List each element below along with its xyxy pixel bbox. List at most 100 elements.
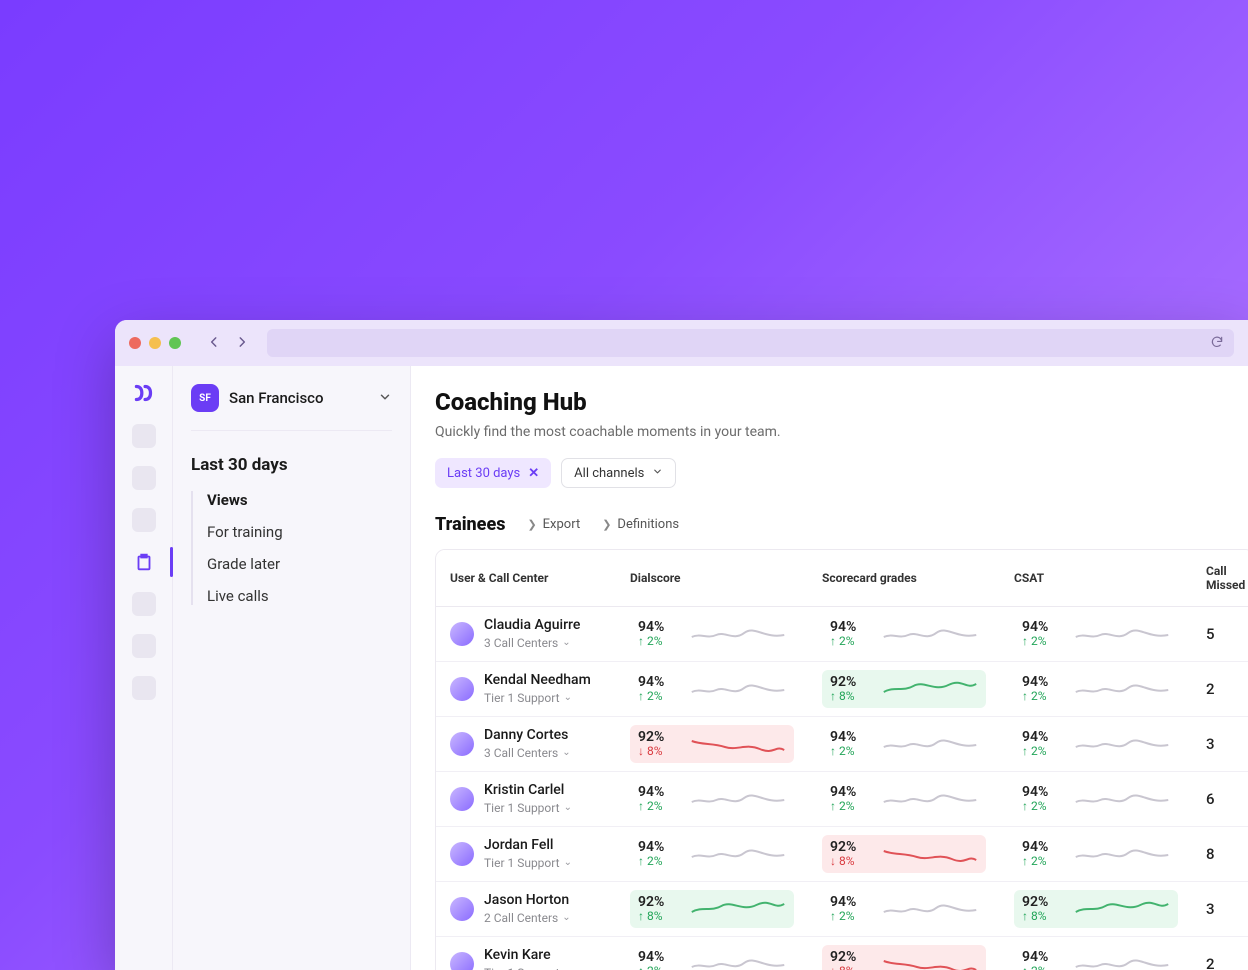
main-content: Coaching Hub Quickly find the most coach… (411, 366, 1248, 970)
rail-nav-1[interactable] (132, 424, 156, 448)
workspace-selector[interactable]: SF San Francisco (191, 384, 392, 431)
sidebar-for-training[interactable]: For training (207, 523, 392, 541)
arrow-up-icon: ↑ (830, 800, 836, 813)
table-row[interactable]: Jason Horton 2 Call Centers ⌄ 92% ↑ 8% (436, 882, 1248, 937)
forward-button[interactable] (235, 334, 249, 353)
dialscore-cell: 94% ↑ 2% (630, 670, 794, 708)
arrow-up-icon: ↑ (830, 635, 836, 648)
table-row[interactable]: Danny Cortes 3 Call Centers ⌄ 92% ↓ 8% (436, 717, 1248, 772)
user-cell: Claudia Aguirre 3 Call Centers ⌄ (450, 618, 602, 649)
chevron-down-icon: ⌄ (564, 857, 572, 868)
workspace-badge: SF (191, 384, 219, 412)
window-controls (129, 337, 181, 349)
col-csat[interactable]: CSAT (1000, 550, 1192, 607)
maximize-window-icon[interactable] (169, 337, 181, 349)
dialscore-value: 94% (638, 950, 680, 965)
minimize-window-icon[interactable] (149, 337, 161, 349)
csat-cell: 94% ↑ 2% (1014, 945, 1178, 970)
col-dialscore[interactable]: Dialscore (616, 550, 808, 607)
arrow-up-icon: ↑ (638, 635, 644, 648)
user-subtitle[interactable]: Tier 1 Support ⌄ (484, 966, 572, 970)
back-button[interactable] (207, 334, 221, 353)
user-subtitle[interactable]: Tier 1 Support ⌄ (484, 691, 591, 705)
filter-channels-chip[interactable]: All channels (561, 458, 676, 488)
dialscore-delta: ↑ 2% (638, 635, 680, 648)
clipboard-icon (133, 551, 155, 573)
user-subtitle[interactable]: 3 Call Centers ⌄ (484, 746, 571, 760)
scorecard-value: 92% (830, 675, 872, 690)
user-name: Kevin Kare (484, 948, 572, 963)
export-label: Export (543, 517, 581, 532)
dialscore-cell: 94% ↑ 2% (630, 945, 794, 970)
sparkline-icon (690, 733, 786, 755)
app-logo[interactable] (131, 380, 157, 406)
sidebar-live-calls[interactable]: Live calls (207, 587, 392, 605)
scorecard-delta: ↑ 8% (830, 690, 872, 703)
scorecard-cell: 92% ↓ 8% (822, 945, 986, 970)
export-link[interactable]: ❯ Export (527, 517, 580, 532)
dialscore-delta: ↑ 8% (638, 910, 680, 923)
rail-nav-coaching[interactable] (132, 550, 156, 574)
user-subtitle[interactable]: Tier 1 Support ⌄ (484, 856, 572, 870)
chevron-down-icon (652, 466, 663, 481)
table-row[interactable]: Kendal Needham Tier 1 Support ⌄ 94% ↑ 2% (436, 662, 1248, 717)
sparkline-icon (1074, 623, 1170, 645)
sparkline-icon (1074, 898, 1170, 920)
scorecard-cell: 92% ↑ 8% (822, 670, 986, 708)
user-subtitle[interactable]: 2 Call Centers ⌄ (484, 911, 571, 925)
definitions-link[interactable]: ❯ Definitions (602, 517, 679, 532)
csat-value: 94% (1022, 840, 1064, 855)
scorecard-cell: 94% ↑ 2% (822, 725, 986, 763)
user-name: Jason Horton (484, 893, 571, 908)
user-name: Claudia Aguirre (484, 618, 580, 633)
scorecard-value: 94% (830, 730, 872, 745)
scorecard-cell: 94% ↑ 2% (822, 890, 986, 928)
scorecard-value: 94% (830, 785, 872, 800)
avatar (450, 952, 474, 970)
address-bar[interactable] (267, 329, 1234, 357)
csat-cell: 94% ↑ 2% (1014, 670, 1178, 708)
close-window-icon[interactable] (129, 337, 141, 349)
rail-nav-6[interactable] (132, 634, 156, 658)
rail-nav-3[interactable] (132, 508, 156, 532)
rail-nav-2[interactable] (132, 466, 156, 490)
filters: Last 30 days ✕ All channels (435, 458, 1248, 488)
avatar (450, 842, 474, 866)
dialscore-delta: ↑ 2% (638, 965, 680, 970)
reload-button[interactable] (1210, 334, 1224, 353)
col-scorecard[interactable]: Scorecard grades (808, 550, 1000, 607)
sparkline-icon (690, 678, 786, 700)
remove-filter-icon[interactable]: ✕ (528, 466, 539, 481)
table-row[interactable]: Claudia Aguirre 3 Call Centers ⌄ 94% ↑ 2… (436, 607, 1248, 662)
user-subtitle[interactable]: 3 Call Centers ⌄ (484, 636, 580, 650)
col-user[interactable]: User & Call Center (436, 550, 616, 607)
page-subtitle: Quickly find the most coachable moments … (435, 424, 1248, 440)
chevron-down-icon: ⌄ (564, 692, 572, 703)
scorecard-delta: ↑ 2% (830, 635, 872, 648)
dialscore-cell: 94% ↑ 2% (630, 780, 794, 818)
user-subtitle[interactable]: Tier 1 Support ⌄ (484, 801, 572, 815)
col-missed[interactable]: Call Missed (1192, 550, 1248, 607)
scorecard-delta: ↓ 8% (830, 965, 872, 970)
sparkline-icon (690, 898, 786, 920)
sidebar-grade-later[interactable]: Grade later (207, 555, 392, 573)
sidebar-views[interactable]: Views (207, 491, 392, 509)
rail-nav-5[interactable] (132, 592, 156, 616)
chevron-down-icon: ⌄ (562, 747, 570, 758)
table-row[interactable]: Jordan Fell Tier 1 Support ⌄ 94% ↑ 2% (436, 827, 1248, 882)
dialscore-delta: ↓ 8% (638, 745, 680, 758)
csat-delta: ↑ 2% (1022, 745, 1064, 758)
arrow-up-icon: ↑ (1022, 910, 1028, 923)
table-row[interactable]: Kevin Kare Tier 1 Support ⌄ 94% ↑ 2% (436, 937, 1248, 970)
table-row[interactable]: Kristin Carlel Tier 1 Support ⌄ 94% ↑ 2% (436, 772, 1248, 827)
csat-value: 94% (1022, 730, 1064, 745)
avatar (450, 732, 474, 756)
chevron-right-icon: ❯ (527, 518, 536, 531)
missed-value: 2 (1206, 955, 1215, 970)
rail-nav-7[interactable] (132, 676, 156, 700)
dialscore-value: 92% (638, 730, 680, 745)
csat-value: 94% (1022, 785, 1064, 800)
csat-delta: ↑ 2% (1022, 635, 1064, 648)
dialscore-value: 94% (638, 620, 680, 635)
filter-date-chip[interactable]: Last 30 days ✕ (435, 458, 551, 488)
